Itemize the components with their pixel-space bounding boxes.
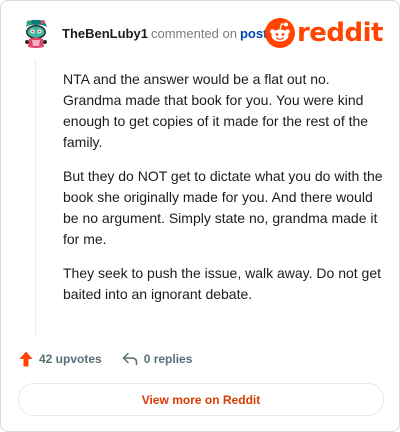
avatar[interactable]: [20, 17, 52, 49]
post-link[interactable]: post: [240, 26, 267, 41]
comment-paragraph: But they do NOT get to dictate what you …: [63, 168, 383, 247]
snoo-avatar-icon: [20, 17, 52, 49]
commented-on-text: commented on: [150, 26, 237, 41]
reddit-snoo-icon: [264, 18, 295, 48]
reddit-logo[interactable]: reddit: [264, 17, 384, 49]
reply-arrow-icon: [122, 352, 137, 366]
author-line: TheBenLuby1 commented on post: [62, 26, 267, 42]
upvote-button[interactable]: 42 upvotes: [19, 351, 102, 367]
reply-button[interactable]: 0 replies: [122, 352, 193, 366]
comment-embed-card: TheBenLuby1 commented on post reddit NTA a…: [0, 0, 400, 432]
comment-actions: 42 upvotes 0 replies: [19, 349, 192, 369]
upvote-arrow-icon: [19, 351, 33, 367]
comment-paragraph: NTA and the answer would be a flat out n…: [63, 71, 369, 150]
author-name[interactable]: TheBenLuby1: [62, 26, 148, 41]
thread-line: [35, 59, 36, 335]
comment-header: TheBenLuby1 commented on post reddit: [20, 17, 384, 53]
view-more-button[interactable]: View more on Reddit: [18, 383, 384, 416]
reply-count: 0 replies: [143, 352, 193, 366]
comment-paragraph: They seek to push the issue, walk away. …: [63, 265, 382, 302]
upvote-count: 42 upvotes: [39, 352, 102, 366]
comment-body: NTA and the answer would be a flat out n…: [63, 69, 385, 318]
reddit-wordmark: reddit: [296, 18, 384, 48]
